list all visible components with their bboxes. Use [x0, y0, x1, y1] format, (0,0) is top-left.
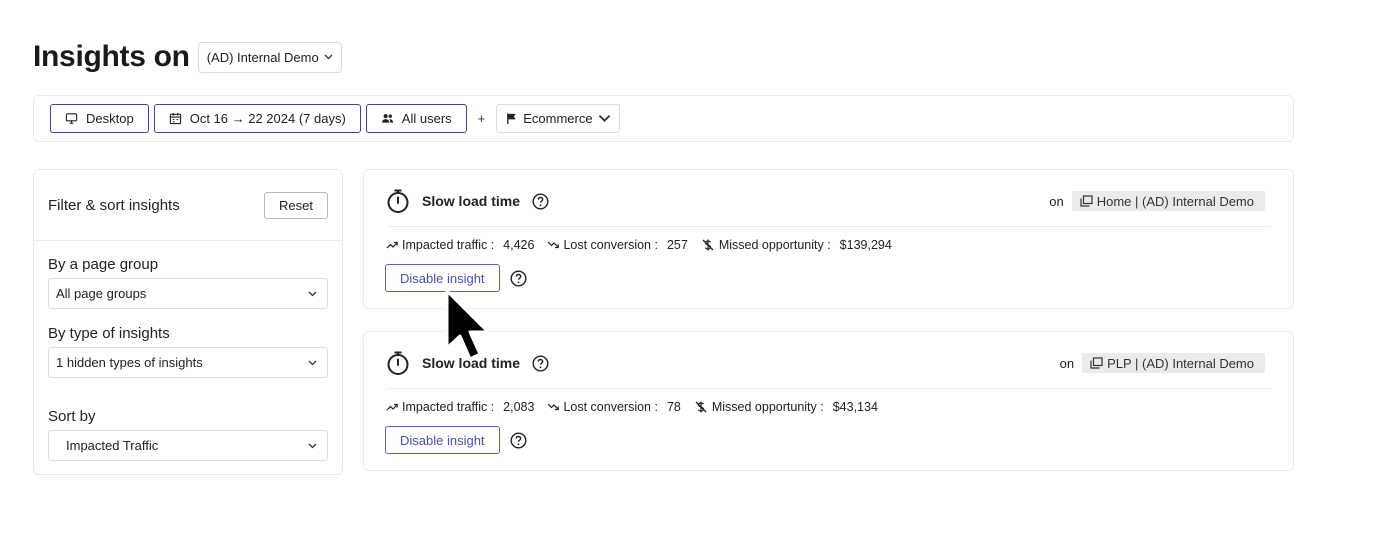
help-icon[interactable]	[510, 432, 527, 449]
page-tag[interactable]: Home | (AD) Internal Demo	[1071, 191, 1265, 211]
goal-label: Ecommerce	[523, 111, 593, 126]
impacted-traffic-label: Impacted traffic :	[402, 238, 495, 252]
insight-type-select[interactable]: 1 hidden types of insights	[48, 347, 328, 378]
lost-conversion-label: Lost conversion :	[563, 400, 658, 414]
goal-filter[interactable]: Ecommerce	[496, 104, 620, 133]
pages-icon	[1080, 195, 1093, 207]
segment-filter[interactable]: All users	[365, 104, 467, 133]
chevron-down-icon	[308, 443, 317, 448]
sidebar-header: Filter & sort insights Reset	[34, 170, 342, 241]
app-select[interactable]: (AD) Internal Demo	[197, 41, 342, 73]
missed-opportunity-metric: Missed opportunity : $139,294	[701, 238, 892, 252]
page-group-select[interactable]: All page groups	[48, 278, 328, 309]
insight-page: on PLP | (AD) Internal Demo	[1060, 353, 1265, 373]
sort-label: Sort by	[48, 408, 96, 425]
add-filter-plus[interactable]: +	[478, 111, 486, 126]
calendar-icon	[169, 112, 181, 125]
missed-opportunity-value: $43,134	[832, 400, 878, 414]
card-divider	[386, 388, 1271, 389]
insight-header: Slow load time	[386, 188, 549, 214]
impacted-traffic-label: Impacted traffic :	[402, 400, 495, 414]
missed-opportunity-label: Missed opportunity :	[711, 400, 824, 414]
sidebar-title: Filter & sort insights	[48, 196, 180, 214]
missed-opportunity-value: $139,294	[839, 238, 892, 252]
missed-opportunity-metric: Missed opportunity : $43,134	[694, 400, 878, 414]
help-icon[interactable]	[532, 354, 549, 372]
chevron-down-icon	[308, 360, 317, 365]
title-row: Insights on (AD) Internal Demo	[33, 40, 342, 74]
on-label: on	[1049, 193, 1064, 209]
chevron-down-icon	[324, 54, 333, 60]
lost-conversion-metric: Lost conversion : 257	[547, 238, 688, 252]
impacted-traffic-value: 2,083	[503, 400, 535, 414]
lost-conversion-label: Lost conversion :	[563, 238, 658, 252]
page-tag[interactable]: PLP | (AD) Internal Demo	[1082, 353, 1265, 373]
no-dollar-icon	[702, 239, 714, 251]
page-title: Insights on	[33, 40, 190, 73]
trending-up-icon	[386, 403, 398, 411]
mouse-cursor-icon	[445, 289, 490, 361]
insight-type-value: 1 hidden types of insights	[56, 355, 203, 370]
lost-conversion-value: 78	[666, 400, 681, 414]
date-range-filter[interactable]: Oct 16 → 22 2024 (7 days)	[153, 104, 361, 133]
flag-icon	[507, 113, 516, 125]
impacted-traffic-metric: Impacted traffic : 2,083	[386, 400, 534, 414]
desktop-icon	[65, 113, 78, 124]
lost-conversion-metric: Lost conversion : 78	[547, 400, 681, 414]
sort-select[interactable]: Impacted Traffic	[48, 430, 328, 461]
insight-metrics: Impacted traffic : 2,083 Lost conversion…	[386, 400, 891, 414]
app-select-label: (AD) Internal Demo	[206, 49, 319, 65]
trending-down-icon	[548, 403, 560, 411]
page-group-value: All page groups	[56, 286, 147, 301]
trending-down-icon	[548, 241, 560, 249]
insight-page: on Home | (AD) Internal Demo	[1049, 191, 1265, 211]
users-icon	[381, 114, 393, 123]
lost-conversion-value: 257	[666, 238, 688, 252]
filter-bar: Desktop Oct 16 → 22 2024 (7 days) All us…	[33, 95, 1294, 142]
chevron-down-icon	[598, 114, 610, 122]
impacted-traffic-metric: Impacted traffic : 4,426	[386, 238, 534, 252]
disable-insight-button[interactable]: Disable insight	[385, 426, 500, 454]
reset-button[interactable]: Reset	[264, 191, 328, 219]
help-icon[interactable]	[532, 192, 549, 210]
missed-opportunity-label: Missed opportunity :	[718, 238, 831, 252]
segment-label: All users	[401, 111, 452, 126]
stopwatch-icon	[387, 189, 409, 213]
page-tag-label: PLP | (AD) Internal Demo	[1107, 355, 1254, 371]
device-filter-label: Desktop	[86, 111, 134, 126]
help-icon[interactable]	[510, 270, 527, 287]
no-dollar-icon	[695, 401, 707, 413]
card-divider	[386, 226, 1271, 227]
stopwatch-icon	[387, 351, 409, 375]
sort-value: Impacted Traffic	[66, 438, 159, 453]
on-label: on	[1059, 355, 1075, 371]
pages-icon	[1090, 357, 1103, 369]
filter-sidebar: Filter & sort insights Reset By a page g…	[33, 169, 343, 475]
chevron-down-icon	[308, 291, 317, 296]
type-label: By type of insights	[48, 325, 170, 342]
device-filter[interactable]: Desktop	[50, 104, 149, 133]
insight-metrics: Impacted traffic : 4,426 Lost conversion…	[386, 238, 905, 252]
page-group-label: By a page group	[48, 256, 159, 273]
impacted-traffic-value: 4,426	[503, 238, 535, 252]
trending-up-icon	[386, 241, 398, 249]
page-tag-label: Home | (AD) Internal Demo	[1096, 193, 1254, 209]
insight-title: Slow load time	[422, 193, 521, 209]
date-range-label: Oct 16 → 22 2024 (7 days)	[189, 111, 346, 126]
